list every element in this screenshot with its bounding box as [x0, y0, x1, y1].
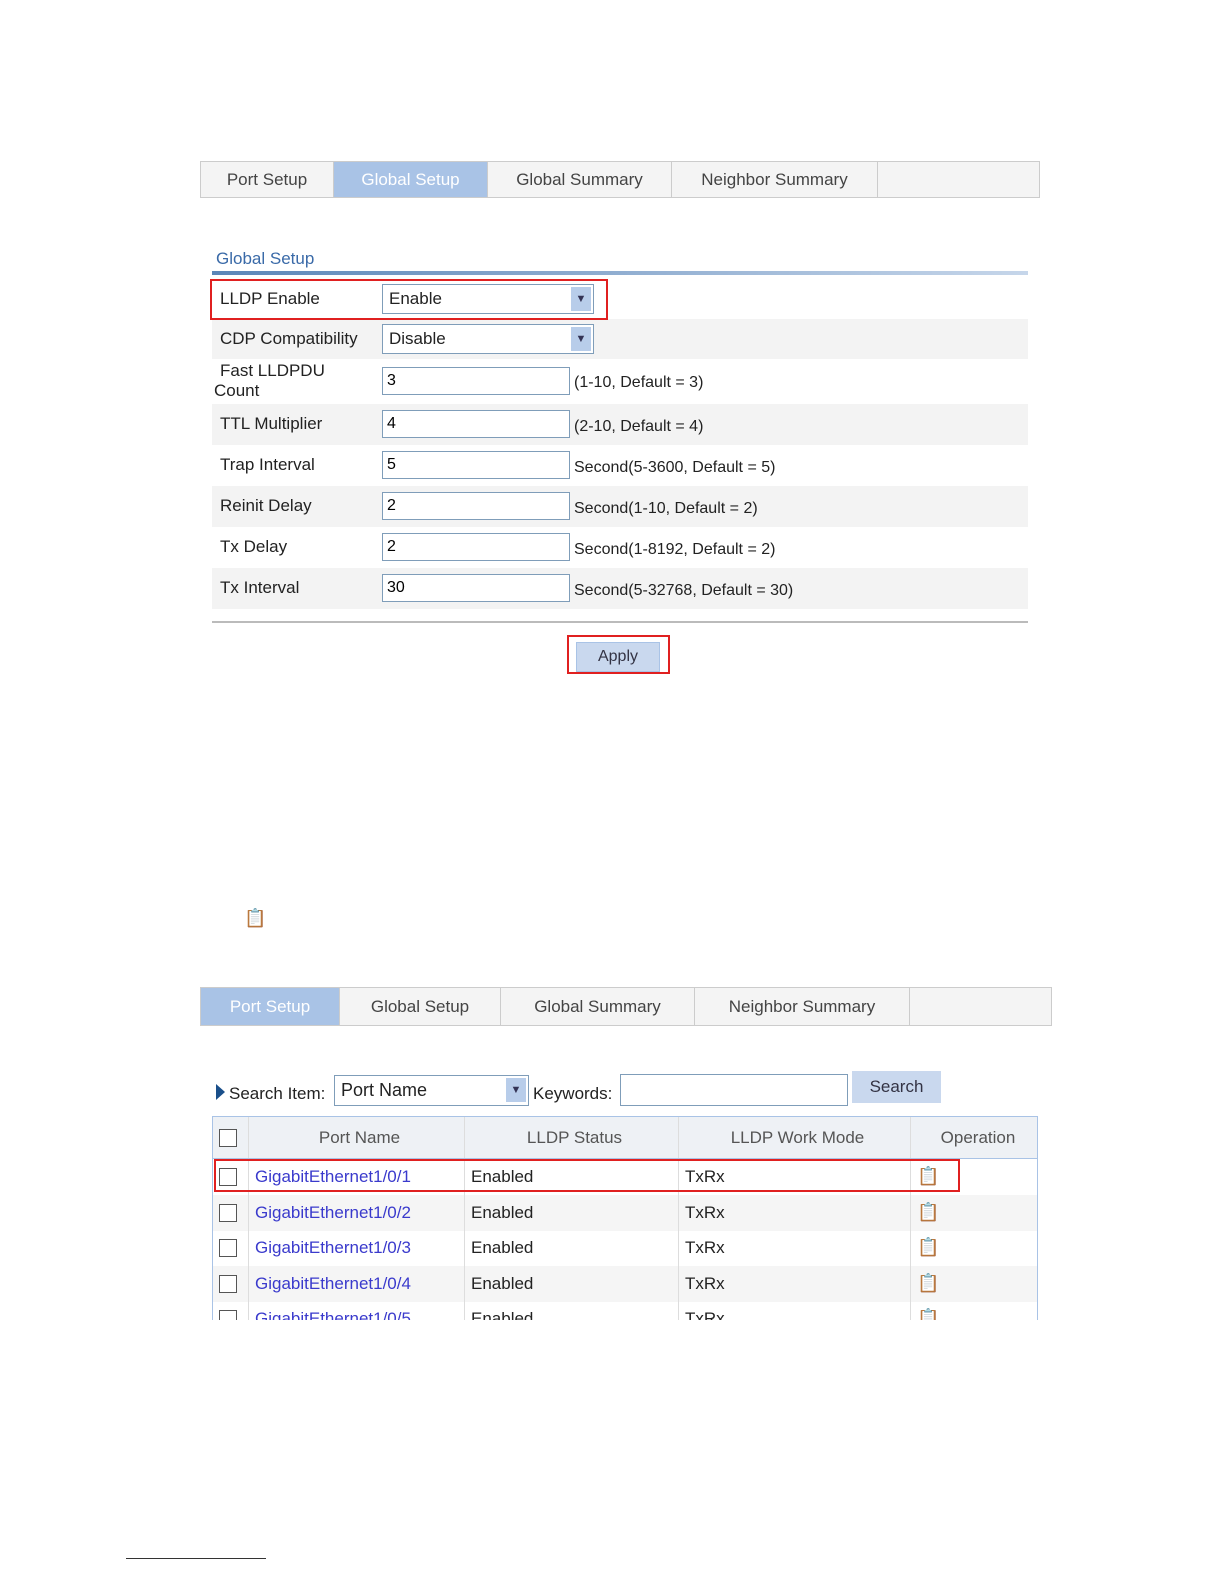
- reinit-row: Reinit Delay Second(1-10, Default = 2): [212, 486, 1028, 527]
- port-table: Port Name LLDP Status LLDP Work Mode Ope…: [212, 1116, 1038, 1320]
- search-item-value: Port Name: [341, 1080, 428, 1100]
- row-checkbox[interactable]: [219, 1239, 237, 1257]
- tab-global-setup[interactable]: Global Setup: [340, 988, 501, 1025]
- field-label: Reinit Delay: [220, 496, 312, 515]
- tab-global-setup[interactable]: Global Setup: [334, 162, 488, 197]
- tx-delay-input[interactable]: [382, 533, 570, 561]
- search-button[interactable]: Search: [852, 1071, 941, 1103]
- cdp-select[interactable]: Disable ▼: [382, 324, 594, 354]
- modify-icon[interactable]: 📋: [917, 1308, 939, 1320]
- row-checkbox[interactable]: [219, 1274, 237, 1293]
- operation-cell: 📋: [911, 1301, 1037, 1320]
- cdp-value: Disable: [389, 329, 446, 348]
- checkbox-cell: [213, 1194, 249, 1231]
- form-divider: [212, 621, 1028, 623]
- lldp-work-mode: TxRx: [679, 1230, 911, 1266]
- column-header[interactable]: LLDP Work Mode: [679, 1117, 911, 1158]
- field-label: Trap Interval: [220, 455, 315, 474]
- column-header[interactable]: Port Name: [249, 1117, 465, 1158]
- table-header: Port Name LLDP Status LLDP Work Mode Ope…: [213, 1117, 1037, 1159]
- field-label: TTL Multiplier: [220, 414, 323, 433]
- tab-port-setup[interactable]: Port Setup: [201, 988, 340, 1025]
- keywords-label: Keywords:: [533, 1084, 613, 1103]
- port-name-link[interactable]: GigabitEthernet1/0/5: [249, 1301, 465, 1320]
- table-row: GigabitEthernet1/0/5 Enabled TxRx 📋: [213, 1301, 1037, 1320]
- highlight-lldp-enable: [210, 279, 608, 320]
- tab-port-setup[interactable]: Port Setup: [201, 162, 334, 197]
- tab-neighbor-summary[interactable]: Neighbor Summary: [672, 162, 878, 197]
- modify-icon[interactable]: 📋: [917, 1273, 939, 1295]
- fast-lldpdu-input[interactable]: [382, 367, 570, 395]
- operation-cell: 📋: [911, 1195, 1037, 1231]
- field-label: Tx Delay: [220, 537, 288, 556]
- keywords-input[interactable]: [620, 1074, 848, 1106]
- port-name-link[interactable]: GigabitEthernet1/0/3: [249, 1230, 465, 1266]
- checkbox-cell: [213, 1230, 249, 1266]
- tx-interval-input[interactable]: [382, 574, 570, 602]
- column-header[interactable]: Operation: [911, 1117, 1037, 1158]
- trap-interval-input[interactable]: [382, 451, 570, 479]
- field-hint: Second(1-10, Default = 2): [574, 500, 758, 517]
- select-all-cell: [213, 1117, 249, 1158]
- row-checkbox[interactable]: [219, 1203, 237, 1222]
- reinit-delay-input[interactable]: [382, 492, 570, 520]
- lldp-status: Enabled: [465, 1301, 679, 1320]
- trap-row: Trap Interval Second(5-3600, Default = 5…: [212, 445, 1028, 486]
- lldp-status: Enabled: [465, 1230, 679, 1266]
- top-tab-bar: Port Setup Global Setup Global Summary N…: [200, 161, 1040, 198]
- section-title: Global Setup: [216, 249, 315, 268]
- checkbox-cell: [213, 1301, 249, 1320]
- expand-arrow-icon: [216, 1084, 225, 1100]
- highlight-row-1: [214, 1159, 960, 1192]
- bottom-tab-bar: Port Setup Global Setup Global Summary N…: [200, 987, 1052, 1026]
- field-hint: Second(1-8192, Default = 2): [574, 541, 776, 558]
- field-hint: Second(5-3600, Default = 5): [574, 459, 776, 476]
- chevron-down-icon: ▼: [571, 327, 591, 351]
- lldp-status: Enabled: [465, 1194, 679, 1231]
- chevron-down-icon: ▼: [506, 1078, 526, 1102]
- field-hint: (1-10, Default = 3): [574, 374, 704, 391]
- field-label: Fast LLDPDU Count: [214, 361, 325, 400]
- footnote-rule: [126, 1558, 266, 1559]
- table-row: GigabitEthernet1/0/3 Enabled TxRx 📋: [213, 1230, 1037, 1266]
- highlight-apply: [567, 635, 670, 674]
- lldp-work-mode: TxRx: [679, 1194, 911, 1231]
- table-row: GigabitEthernet1/0/4 Enabled TxRx 📋: [213, 1265, 1037, 1302]
- operation-cell: 📋: [911, 1266, 1037, 1302]
- lldp-work-mode: TxRx: [679, 1301, 911, 1320]
- cdp-label: CDP Compatibility: [220, 329, 358, 348]
- tab-neighbor-summary[interactable]: Neighbor Summary: [695, 988, 910, 1025]
- modify-icon[interactable]: 📋: [917, 1202, 939, 1224]
- select-all-checkbox[interactable]: [219, 1128, 237, 1147]
- operation-cell: 📋: [911, 1230, 1037, 1266]
- modify-icon[interactable]: 📋: [917, 1237, 939, 1259]
- tx-interval-row: Tx Interval Second(5-32768, Default = 30…: [212, 568, 1028, 609]
- ttl-input[interactable]: [382, 410, 570, 438]
- lldp-work-mode: TxRx: [679, 1265, 911, 1302]
- search-item-label: Search Item:: [229, 1084, 326, 1103]
- ttl-row: TTL Multiplier (2-10, Default = 4): [212, 404, 1028, 445]
- table-row: GigabitEthernet1/0/2 Enabled TxRx 📋: [213, 1194, 1037, 1231]
- row-checkbox[interactable]: [219, 1310, 237, 1320]
- section-divider: [212, 271, 1028, 275]
- port-name-link[interactable]: GigabitEthernet1/0/4: [249, 1265, 465, 1302]
- lldp-status: Enabled: [465, 1265, 679, 1302]
- search-item-select[interactable]: Port Name ▼: [334, 1075, 529, 1106]
- tx-delay-row: Tx Delay Second(1-8192, Default = 2): [212, 527, 1028, 568]
- tab-global-summary[interactable]: Global Summary: [488, 162, 672, 197]
- modify-icon: 📋: [244, 908, 267, 928]
- tab-global-summary[interactable]: Global Summary: [501, 988, 695, 1025]
- column-header[interactable]: LLDP Status: [465, 1117, 679, 1158]
- cdp-row: CDP Compatibility Disable ▼: [212, 319, 1028, 359]
- port-name-link[interactable]: GigabitEthernet1/0/2: [249, 1194, 465, 1231]
- fast-lldpdu-row: Fast LLDPDU Count (1-10, Default = 3): [212, 359, 1028, 404]
- checkbox-cell: [213, 1265, 249, 1302]
- field-hint: Second(5-32768, Default = 30): [574, 582, 794, 599]
- field-label: Tx Interval: [220, 578, 300, 597]
- field-hint: (2-10, Default = 4): [574, 418, 704, 435]
